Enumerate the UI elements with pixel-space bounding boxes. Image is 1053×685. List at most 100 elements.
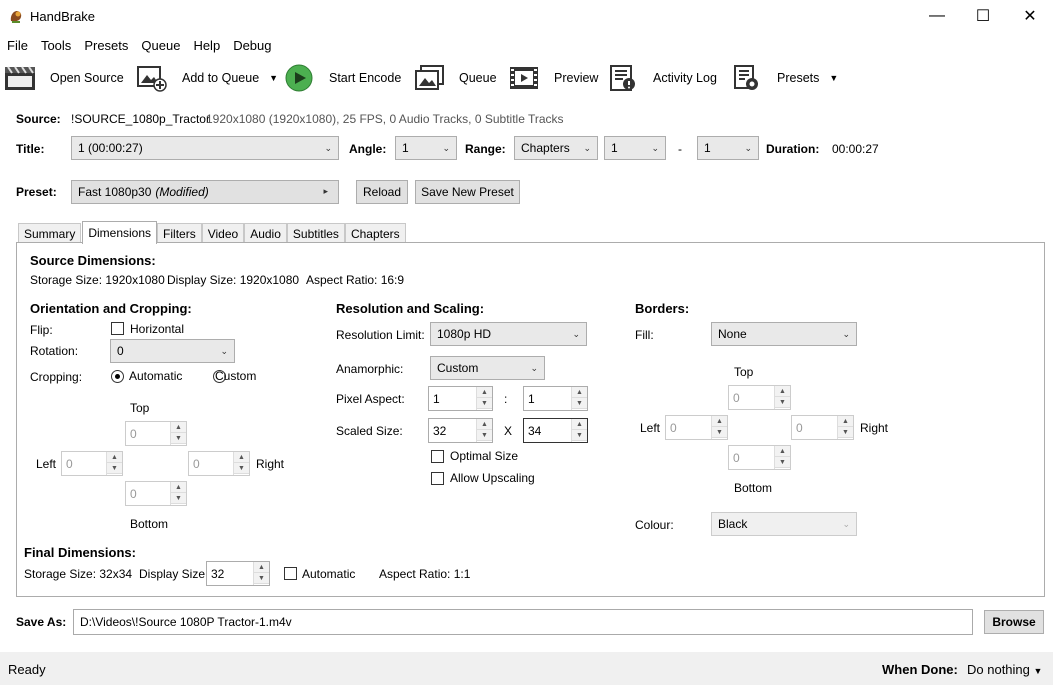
crop-bottom-spinner[interactable]: 0 ▲ ▼ (125, 481, 187, 506)
open-source-label: Open Source (50, 71, 124, 85)
range-type-select[interactable]: Chapters ⌄ (514, 136, 598, 160)
colour-label: Colour: (635, 518, 674, 532)
down-arrow-icon: ▼ (572, 398, 587, 409)
when-done-label: When Done: (882, 662, 958, 677)
crop-right-spinner[interactable]: 0 ▲ ▼ (188, 451, 250, 476)
colour-select[interactable]: Black ⌄ (711, 512, 857, 536)
final-display-size-value: 32 (211, 566, 225, 581)
tab-strip: Summary Dimensions Filters Video Audio S… (18, 221, 406, 244)
final-display-size-spinner[interactable]: 32 ▲ ▼ (206, 561, 270, 586)
spinner-buttons[interactable]: ▲ ▼ (571, 387, 587, 410)
allow-upscaling-checkbox[interactable] (431, 472, 444, 485)
start-encode-button[interactable]: Start Encode (285, 60, 401, 96)
duration-value: 00:00:27 (832, 142, 879, 156)
chevron-down-icon[interactable]: ▼ (269, 73, 278, 83)
add-to-queue-label: Add to Queue (182, 71, 260, 85)
chevron-down-icon[interactable]: ▼ (829, 73, 838, 83)
fill-select[interactable]: None ⌄ (711, 322, 857, 346)
menu-help[interactable]: Help (186, 36, 226, 56)
queue-button[interactable]: Queue (413, 60, 497, 96)
spinner-buttons[interactable]: ▲ ▼ (233, 452, 249, 475)
resolution-limit-value: 1080p HD (437, 327, 492, 341)
spinner-buttons[interactable]: ▲ ▼ (476, 387, 492, 410)
spinner-buttons[interactable]: ▲ ▼ (774, 446, 790, 469)
when-done-select[interactable]: Do nothing ▼ (967, 662, 1042, 677)
menu-file[interactable]: File (0, 36, 34, 56)
spinner-buttons[interactable]: ▲ ▼ (106, 452, 122, 475)
spinner-buttons[interactable]: ▲ ▼ (170, 422, 186, 445)
tab-filters[interactable]: Filters (157, 223, 202, 243)
spinner-buttons[interactable]: ▲ ▼ (837, 416, 853, 439)
minimize-button[interactable]: — (914, 0, 960, 32)
tab-video[interactable]: Video (201, 223, 245, 243)
spinner-buttons[interactable]: ▲ ▼ (571, 419, 587, 442)
activity-log-label: Activity Log (653, 71, 717, 85)
spinner-buttons[interactable]: ▲ ▼ (170, 482, 186, 505)
up-arrow-icon: ▲ (234, 452, 249, 463)
optimal-size-checkbox[interactable] (431, 450, 444, 463)
scaled-width-spinner[interactable]: 32 ▲ ▼ (428, 418, 493, 443)
title-select[interactable]: 1 (00:00:27) ⌄ (71, 136, 339, 160)
final-display-size-label: Display Size: (139, 567, 209, 581)
border-top-spinner[interactable]: 0 ▲ ▼ (728, 385, 791, 410)
menu-queue[interactable]: Queue (134, 36, 186, 56)
final-automatic-checkbox[interactable] (284, 567, 297, 580)
border-left-spinner[interactable]: 0 ▲ ▼ (665, 415, 728, 440)
reload-button[interactable]: Reload (356, 180, 408, 204)
crop-automatic-label: Automatic (129, 369, 183, 383)
spinner-buttons[interactable]: ▲ ▼ (476, 419, 492, 442)
border-bottom-value: 0 (733, 450, 740, 465)
open-source-button[interactable]: Open Source (4, 60, 124, 96)
tab-chapters[interactable]: Chapters (344, 223, 406, 243)
border-right-spinner[interactable]: 0 ▲ ▼ (791, 415, 854, 440)
source-info: 1920x1080 (1920x1080), 25 FPS, 0 Audio T… (206, 112, 564, 126)
rotation-select[interactable]: 0 ⌄ (110, 339, 235, 363)
spinner-buttons[interactable]: ▲ ▼ (253, 562, 269, 585)
range-separator: - (678, 142, 682, 156)
down-arrow-icon: ▼ (775, 457, 790, 468)
add-to-queue-button[interactable]: Add to Queue ▼ (136, 60, 278, 96)
pixel-aspect-y-spinner[interactable]: 1 ▲ ▼ (523, 386, 588, 411)
crop-left-spinner[interactable]: 0 ▲ ▼ (61, 451, 123, 476)
spinner-buttons[interactable]: ▲ ▼ (711, 416, 727, 439)
range-label: Range: (465, 142, 506, 156)
pixel-aspect-x-spinner[interactable]: 1 ▲ ▼ (428, 386, 493, 411)
start-encode-label: Start Encode (329, 71, 402, 85)
status-text: Ready (8, 662, 46, 677)
tab-subtitles[interactable]: Subtitles (286, 223, 345, 243)
preview-button[interactable]: Preview (508, 60, 598, 96)
close-button[interactable]: ✕ (1007, 0, 1053, 32)
activity-log-button[interactable]: Activity Log (607, 60, 717, 96)
menu-debug[interactable]: Debug (226, 36, 277, 56)
border-bottom-spinner[interactable]: 0 ▲ ▼ (728, 445, 791, 470)
clapperboard-icon (4, 64, 36, 92)
menu-tools[interactable]: Tools (34, 36, 77, 56)
scaled-height-spinner[interactable]: 34 ▲ ▼ (523, 418, 588, 443)
spinner-buttons[interactable]: ▲ ▼ (774, 386, 790, 409)
save-new-preset-button[interactable]: Save New Preset (415, 180, 520, 204)
presets-button[interactable]: Presets ▼ (731, 60, 838, 96)
resolution-limit-select[interactable]: 1080p HD ⌄ (430, 322, 587, 346)
up-arrow-icon: ▲ (572, 387, 587, 398)
tab-dimensions[interactable]: Dimensions (82, 221, 158, 244)
range-end-value: 1 (704, 141, 711, 155)
flip-horizontal-checkbox[interactable] (111, 322, 124, 335)
range-end-select[interactable]: 1 ⌄ (697, 136, 759, 160)
range-start-select[interactable]: 1 ⌄ (604, 136, 666, 160)
chevron-down-icon: ⌄ (842, 519, 850, 529)
browse-button[interactable]: Browse (984, 610, 1044, 634)
anamorphic-select[interactable]: Custom ⌄ (430, 356, 545, 380)
crop-top-spinner[interactable]: 0 ▲ ▼ (125, 421, 187, 446)
down-arrow-icon: ▼ (712, 427, 727, 438)
source-aspect-ratio: Aspect Ratio: 16:9 (306, 273, 405, 287)
save-as-path-input[interactable]: D:\Videos\!Source 1080P Tractor-1.m4v (73, 609, 973, 635)
angle-select[interactable]: 1 ⌄ (395, 136, 457, 160)
pixel-aspect-label: Pixel Aspect: (336, 392, 405, 406)
tab-summary[interactable]: Summary (18, 223, 82, 243)
preset-select[interactable]: Fast 1080p30 (Modified) ▸ (71, 180, 339, 204)
maximize-button[interactable]: ☐ (960, 0, 1006, 32)
tab-audio[interactable]: Audio (244, 223, 287, 243)
chevron-right-icon: ▸ (323, 186, 328, 196)
menu-presets[interactable]: Presets (77, 36, 134, 56)
crop-automatic-radio[interactable] (111, 370, 124, 383)
